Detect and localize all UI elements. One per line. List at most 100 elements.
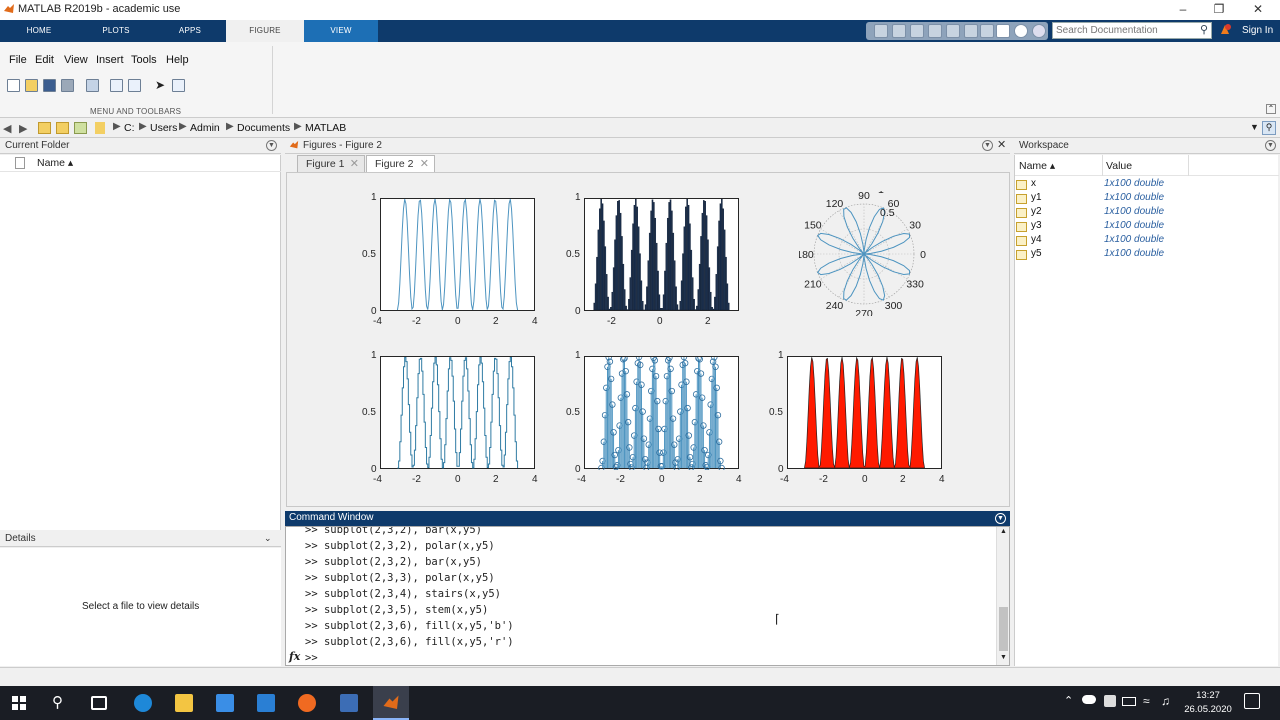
workspace-row[interactable]: y1 1x100 double bbox=[1016, 192, 1276, 206]
legend-icon[interactable] bbox=[128, 79, 141, 92]
maximize-button[interactable]: ❐ bbox=[1201, 0, 1237, 20]
save-icon[interactable] bbox=[874, 24, 888, 38]
firefox-icon[interactable] bbox=[298, 694, 316, 712]
name-column[interactable]: Name ▴ bbox=[1019, 160, 1055, 172]
workspace-row[interactable]: y3 1x100 double bbox=[1016, 220, 1276, 234]
subplot-6-axes[interactable] bbox=[787, 356, 942, 469]
menu-help[interactable]: Help bbox=[166, 54, 189, 66]
subplot-1-axes[interactable] bbox=[380, 198, 535, 311]
undo-icon[interactable] bbox=[946, 24, 960, 38]
value-column[interactable]: Value bbox=[1106, 160, 1132, 172]
windows-start-icon[interactable] bbox=[12, 696, 26, 710]
open-file-icon[interactable] bbox=[25, 79, 38, 92]
panel-actions-icon[interactable]: ▼ bbox=[1265, 140, 1276, 151]
command-scrollbar[interactable]: ▲ ▼ bbox=[996, 527, 1009, 665]
tab-figure-2[interactable]: Figure 2 ✕ bbox=[366, 155, 435, 172]
link-plot-icon[interactable] bbox=[86, 79, 99, 92]
chevron-down-icon[interactable]: ⌄ bbox=[264, 531, 272, 546]
cut-icon[interactable] bbox=[892, 24, 906, 38]
menu-edit[interactable]: Edit bbox=[35, 54, 54, 66]
tab-figure[interactable]: FIGURE bbox=[226, 20, 304, 42]
show-hidden-icons-icon[interactable]: ⌃ bbox=[1064, 694, 1073, 707]
new-figure-icon[interactable] bbox=[7, 79, 20, 92]
path-segment[interactable]: Admin bbox=[190, 122, 220, 134]
matlab-taskbar-button[interactable] bbox=[373, 686, 409, 720]
sign-in-link[interactable]: Sign In bbox=[1242, 25, 1273, 36]
file-explorer-icon[interactable] bbox=[175, 694, 193, 712]
search-folder-icon[interactable] bbox=[74, 122, 87, 134]
workspace-row[interactable]: y5 1x100 double bbox=[1016, 248, 1276, 262]
help-icon[interactable] bbox=[1014, 24, 1028, 38]
subplot-4-axes[interactable] bbox=[380, 356, 535, 469]
panel-actions-icon[interactable]: ▼ bbox=[995, 513, 1006, 524]
layout-icon[interactable] bbox=[996, 24, 1010, 38]
property-inspector-icon[interactable] bbox=[172, 79, 185, 92]
workspace-row[interactable]: y4 1x100 double bbox=[1016, 234, 1276, 248]
search-documentation-input[interactable]: Search Documentation ⚲ bbox=[1052, 22, 1212, 39]
microsoft-store-icon[interactable] bbox=[216, 694, 234, 712]
colorbar-icon[interactable] bbox=[110, 79, 123, 92]
menu-file[interactable]: File bbox=[9, 54, 27, 66]
copy-icon[interactable] bbox=[910, 24, 924, 38]
collapse-ribbon-icon[interactable]: ⌃ bbox=[1266, 104, 1276, 114]
path-segment[interactable]: Documents bbox=[237, 122, 290, 134]
ribbon-options-icon[interactable] bbox=[1032, 24, 1046, 38]
subplot-2-axes[interactable] bbox=[584, 198, 739, 311]
forward-icon[interactable]: ▶ bbox=[19, 122, 27, 135]
command-prompt[interactable]: >> bbox=[305, 652, 318, 664]
onedrive-icon[interactable] bbox=[1082, 695, 1096, 704]
volume-icon[interactable]: ♫ bbox=[1161, 694, 1170, 708]
path-segment[interactable]: MATLAB bbox=[305, 122, 346, 134]
save-figure-icon[interactable] bbox=[43, 79, 56, 92]
workspace-row[interactable]: x 1x100 double bbox=[1016, 178, 1276, 192]
edit-plot-cursor-icon[interactable]: ➤ bbox=[155, 78, 165, 92]
edge-browser-icon[interactable] bbox=[134, 694, 152, 712]
close-tab-icon[interactable]: ✕ bbox=[350, 156, 359, 172]
notifications-icon[interactable] bbox=[1244, 693, 1260, 709]
close-panel-icon[interactable]: ✕ bbox=[997, 138, 1006, 153]
path-segment[interactable]: Users bbox=[150, 122, 177, 134]
taskbar-clock[interactable]: 13:27 26.05.2020 bbox=[1180, 689, 1236, 717]
tab-apps[interactable]: APPS bbox=[154, 20, 226, 42]
path-dropdown-icon[interactable]: ▼ bbox=[1250, 122, 1259, 132]
menu-tools[interactable]: Tools bbox=[131, 54, 157, 66]
notification-bell-icon[interactable] bbox=[1218, 23, 1232, 37]
wifi-icon[interactable]: ≈ bbox=[1143, 694, 1150, 708]
browse-folder-icon[interactable] bbox=[56, 122, 69, 134]
close-window-button[interactable]: ✕ bbox=[1240, 0, 1276, 20]
x-tick: 0 bbox=[455, 474, 461, 485]
paste-icon[interactable] bbox=[928, 24, 942, 38]
panel-actions-icon[interactable]: ▼ bbox=[266, 140, 277, 151]
back-icon[interactable]: ◀ bbox=[3, 122, 11, 135]
remote-desktop-icon[interactable] bbox=[340, 694, 358, 712]
battery-icon[interactable] bbox=[1122, 697, 1136, 706]
task-view-icon[interactable] bbox=[91, 696, 107, 710]
scrollbar-thumb[interactable] bbox=[999, 607, 1008, 651]
tab-home[interactable]: HOME bbox=[0, 20, 78, 42]
minimize-button[interactable]: – bbox=[1165, 0, 1201, 20]
scroll-up-icon[interactable]: ▲ bbox=[1000, 528, 1007, 535]
mail-icon[interactable] bbox=[257, 694, 275, 712]
panel-actions-icon[interactable]: ▼ bbox=[982, 140, 993, 151]
command-window[interactable]: >> subplot(2,3,2), bar(x,y5) >> subplot(… bbox=[285, 526, 1010, 666]
usb-icon[interactable] bbox=[1104, 695, 1116, 707]
switch-windows-icon[interactable] bbox=[980, 24, 994, 38]
tab-figure-1[interactable]: Figure 1 ✕ bbox=[297, 155, 365, 172]
menu-view[interactable]: View bbox=[64, 54, 88, 66]
scroll-down-icon[interactable]: ▼ bbox=[1000, 654, 1007, 661]
path-segment[interactable]: C: bbox=[124, 122, 135, 134]
subplot-3-polar[interactable]: 90603003303002702402101801501200.51 bbox=[799, 191, 929, 316]
subplot-5-axes[interactable] bbox=[584, 356, 739, 470]
search-icon[interactable]: ⚲ bbox=[52, 693, 63, 711]
redo-icon[interactable] bbox=[964, 24, 978, 38]
function-browser-icon[interactable]: fx bbox=[289, 650, 300, 663]
tab-view[interactable]: VIEW bbox=[304, 20, 378, 42]
menu-insert[interactable]: Insert bbox=[96, 54, 124, 66]
up-folder-icon[interactable] bbox=[38, 122, 51, 134]
tab-plots[interactable]: PLOTS bbox=[78, 20, 154, 42]
workspace-row[interactable]: y2 1x100 double bbox=[1016, 206, 1276, 220]
print-icon[interactable] bbox=[61, 79, 74, 92]
search-path-icon[interactable]: ⚲ bbox=[1262, 121, 1276, 135]
close-tab-icon[interactable]: ✕ bbox=[420, 156, 429, 172]
name-column[interactable]: Name ▴ bbox=[37, 157, 73, 169]
